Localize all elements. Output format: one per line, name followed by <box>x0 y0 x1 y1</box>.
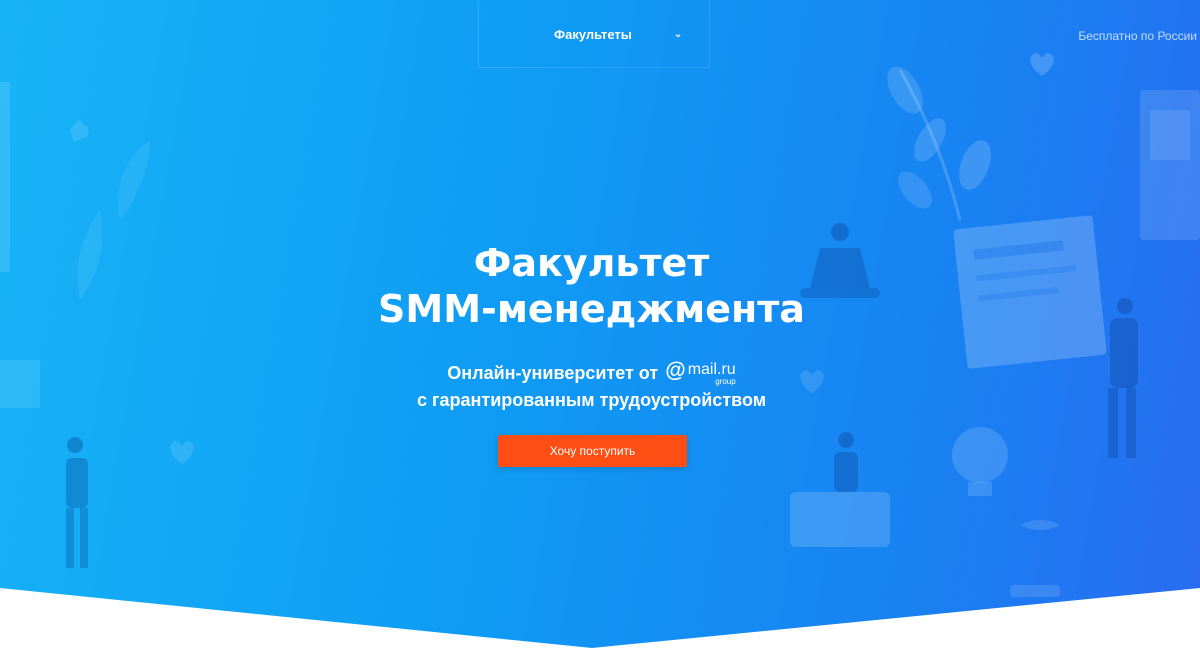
logo-brand: mail.ru <box>687 361 736 378</box>
leaf-shape <box>118 140 150 220</box>
page-title: Факультет SMM-менеджмента <box>0 240 1183 332</box>
chevron-down-icon: ⌄ <box>673 28 683 40</box>
title-line-1: Факультет <box>473 241 710 285</box>
person-body <box>66 458 88 508</box>
title-line-2: SMM-менеджмента <box>378 287 805 331</box>
subtitle: Онлайн-университет от @ mail.ru group с … <box>0 360 1183 414</box>
heart-icon <box>1030 53 1054 76</box>
heart-icon <box>170 441 194 464</box>
lightbulb-icon <box>952 427 1008 483</box>
background-illustration <box>0 53 1200 597</box>
person-head <box>838 432 854 448</box>
hero-section: Факультеты ⌄ Бесплатно по России Факульт… <box>0 0 1200 648</box>
person-head <box>67 437 83 453</box>
subtitle-line-2: с гарантированным трудоустройством <box>416 390 767 410</box>
faculties-dropdown[interactable]: Факультеты ⌄ <box>554 24 682 44</box>
top-nav: Факультеты ⌄ <box>478 0 710 68</box>
mailru-group-logo: @ mail.ru group <box>665 360 736 386</box>
subtitle-line-1: Онлайн-университет от @ mail.ru group <box>0 360 1183 387</box>
subtitle-text-1: Онлайн-университет от <box>447 363 659 383</box>
free-call-note: Бесплатно по России <box>1078 29 1197 43</box>
thumbs-up-icon <box>70 120 89 142</box>
apply-button[interactable]: Хочу поступить <box>498 435 687 467</box>
at-icon: @ <box>665 359 686 382</box>
faculties-label: Факультеты <box>554 26 632 42</box>
chat-bubble <box>790 492 890 547</box>
person-head <box>831 223 849 241</box>
logo-group: group <box>715 377 736 386</box>
